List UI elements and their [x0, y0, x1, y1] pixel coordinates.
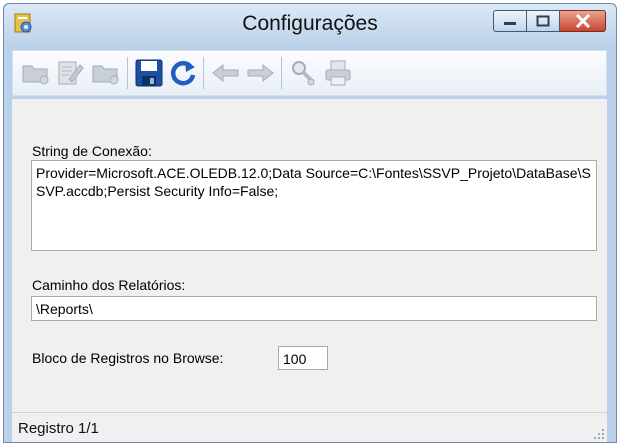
- settings-form: String de Conexão: Provider=Microsoft.AC…: [12, 99, 607, 412]
- title-bar[interactable]: Configurações: [4, 4, 616, 44]
- folder-delete-icon: [92, 65, 119, 85]
- toolbar: [12, 50, 607, 96]
- close-button[interactable]: [560, 10, 606, 32]
- connection-string-label: String de Conexão:: [32, 143, 152, 159]
- toolbar-new-button[interactable]: [19, 56, 53, 90]
- resize-grip-icon[interactable]: [593, 428, 605, 440]
- close-icon: [575, 14, 590, 28]
- toolbar-edit-button[interactable]: [53, 56, 87, 90]
- minimize-icon: [504, 22, 516, 25]
- refresh-icon: [170, 61, 196, 86]
- toolbar-search-button[interactable]: [287, 56, 321, 90]
- folder-new-icon: [22, 65, 49, 85]
- maximize-button[interactable]: [527, 10, 560, 32]
- minimize-button[interactable]: [493, 10, 527, 32]
- search-icon: [292, 61, 315, 86]
- toolbar-next-button[interactable]: [243, 56, 277, 90]
- browse-block-label: Bloco de Registros no Browse:: [32, 350, 224, 366]
- reports-path-label: Caminho dos Relatórios:: [32, 277, 186, 293]
- toolbar-refresh-button[interactable]: [166, 56, 200, 90]
- configuracoes-window: Configurações String de Conexão: Provide…: [3, 3, 617, 443]
- status-text: Registro 1/1: [18, 420, 99, 437]
- edit-icon: [58, 61, 84, 85]
- toolbar-print-button[interactable]: [321, 56, 355, 90]
- save-icon: [135, 59, 163, 87]
- arrow-left-icon: [212, 63, 239, 83]
- printer-icon: [325, 60, 351, 86]
- status-bar: Registro 1/1: [12, 412, 607, 442]
- browse-block-field[interactable]: 100: [278, 346, 328, 370]
- toolbar-previous-button[interactable]: [209, 56, 243, 90]
- arrow-right-icon: [247, 63, 274, 83]
- toolbar-delete-button[interactable]: [89, 56, 123, 90]
- reports-path-field[interactable]: \Reports\: [31, 296, 597, 321]
- connection-string-field[interactable]: Provider=Microsoft.ACE.OLEDB.12.0;Data S…: [31, 160, 597, 251]
- maximize-icon: [536, 15, 550, 27]
- toolbar-save-button[interactable]: [132, 56, 166, 90]
